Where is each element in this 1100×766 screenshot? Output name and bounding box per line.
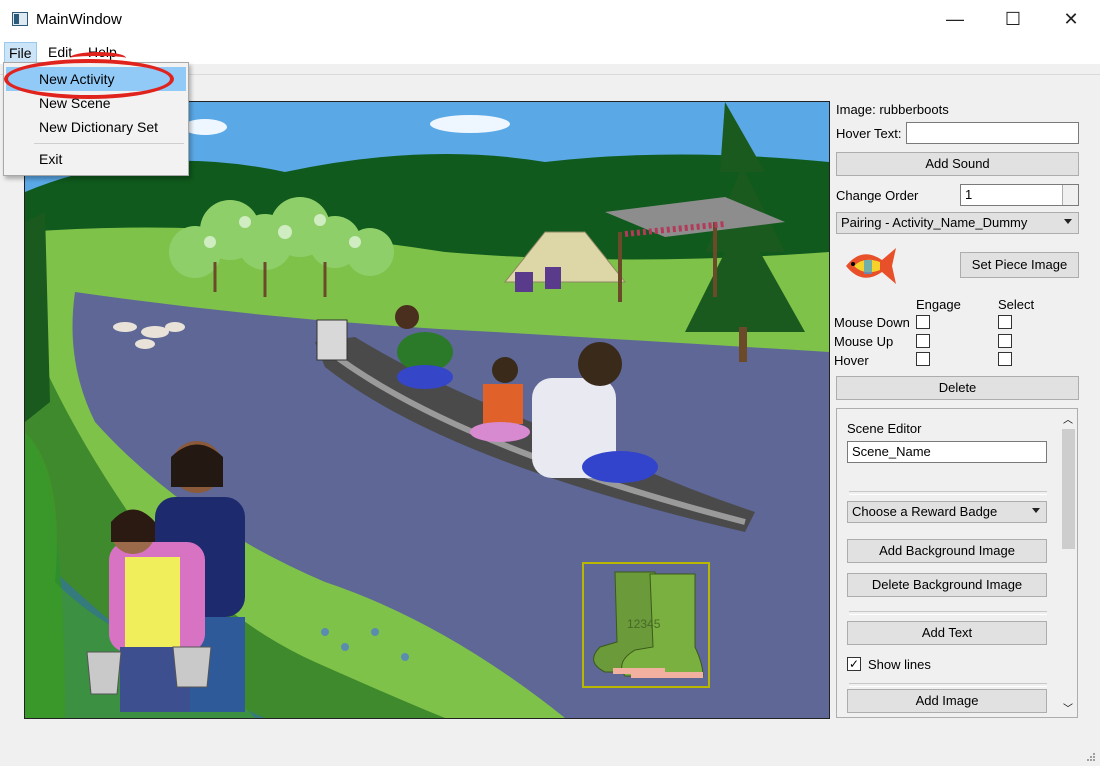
mouse-down-select-checkbox[interactable] bbox=[998, 315, 1012, 329]
app-window-icon bbox=[12, 12, 28, 26]
section-divider bbox=[849, 491, 1047, 495]
hover-text-input[interactable] bbox=[906, 122, 1079, 144]
section-divider bbox=[849, 611, 1047, 615]
menu-edit[interactable]: Edit bbox=[48, 44, 72, 60]
mouse-down-label: Mouse Down bbox=[834, 315, 910, 330]
reward-badge-combobox-value: Choose a Reward Badge bbox=[852, 504, 998, 519]
scroll-up-icon[interactable]: ︿ bbox=[1063, 411, 1073, 426]
pairing-combobox[interactable]: Pairing - Activity_Name_Dummy bbox=[836, 212, 1079, 234]
spin-down-icon[interactable] bbox=[1062, 195, 1078, 205]
scrollbar-thumb[interactable] bbox=[1062, 429, 1075, 549]
add-background-image-button[interactable]: Add Background Image bbox=[847, 539, 1047, 563]
maximize-button[interactable]: ☐ bbox=[984, 0, 1042, 40]
delete-background-image-button[interactable]: Delete Background Image bbox=[847, 573, 1047, 597]
hover-label: Hover bbox=[834, 353, 869, 368]
chevron-down-icon bbox=[1032, 508, 1040, 513]
mouse-up-label: Mouse Up bbox=[834, 334, 894, 349]
add-sound-button[interactable]: Add Sound bbox=[836, 152, 1079, 176]
section-divider bbox=[849, 683, 1047, 687]
menu-bar: File Edit Help bbox=[0, 40, 1100, 64]
menu-item-new-scene[interactable]: New Scene bbox=[6, 91, 186, 115]
mouse-up-engage-checkbox[interactable] bbox=[916, 334, 930, 348]
change-order-label: Change Order bbox=[836, 188, 919, 203]
image-name-label: Image: rubberboots bbox=[836, 102, 949, 117]
show-lines-checkbox[interactable]: ✓ bbox=[847, 657, 861, 671]
file-dropdown-menu: New Activity New Scene New Dictionary Se… bbox=[3, 62, 189, 176]
vertical-scrollbar[interactable]: ︿ ﹀ bbox=[1060, 409, 1077, 717]
hover-select-checkbox[interactable] bbox=[998, 352, 1012, 366]
scene-editor-title: Scene Editor bbox=[847, 421, 922, 436]
reward-badge-combobox[interactable]: Choose a Reward Badge bbox=[847, 501, 1047, 523]
fish-piece-image-icon bbox=[846, 248, 896, 284]
mouse-down-engage-checkbox[interactable] bbox=[916, 315, 930, 329]
boots-watermark-text: 12345 bbox=[627, 617, 661, 631]
menu-separator bbox=[34, 143, 184, 144]
close-button[interactable]: ✕ bbox=[1042, 0, 1100, 40]
mouse-up-select-checkbox[interactable] bbox=[998, 334, 1012, 348]
set-piece-image-button[interactable]: Set Piece Image bbox=[960, 252, 1079, 278]
engage-header: Engage bbox=[916, 297, 961, 312]
menu-item-new-dictionary-set[interactable]: New Dictionary Set bbox=[6, 115, 186, 139]
minimize-button[interactable]: — bbox=[926, 0, 984, 40]
scene-canvas[interactable]: 12345 bbox=[24, 101, 830, 719]
hover-text-label: Hover Text: bbox=[836, 126, 902, 141]
resize-grip-icon[interactable] bbox=[1086, 752, 1096, 762]
chevron-down-icon bbox=[1064, 219, 1072, 224]
spin-up-icon[interactable] bbox=[1062, 185, 1078, 195]
add-text-button[interactable]: Add Text bbox=[847, 621, 1047, 645]
menu-item-new-activity[interactable]: New Activity bbox=[6, 67, 186, 91]
scene-name-input[interactable]: Scene_Name bbox=[847, 441, 1047, 463]
change-order-value: 1 bbox=[965, 187, 973, 202]
scene-editor-panel: Scene Editor Scene_Name Choose a Reward … bbox=[836, 408, 1078, 718]
window-title: MainWindow bbox=[36, 11, 122, 28]
delete-button[interactable]: Delete bbox=[836, 376, 1079, 400]
menu-item-exit[interactable]: Exit bbox=[6, 147, 186, 171]
change-order-spinbox[interactable]: 1 bbox=[960, 184, 1079, 206]
scroll-down-icon[interactable]: ﹀ bbox=[1063, 700, 1073, 715]
hover-engage-checkbox[interactable] bbox=[916, 352, 930, 366]
pairing-combobox-value: Pairing - Activity_Name_Dummy bbox=[841, 215, 1028, 230]
show-lines-label: Show lines bbox=[868, 657, 931, 672]
menu-help[interactable]: Help bbox=[88, 44, 117, 60]
add-image-button[interactable]: Add Image bbox=[847, 689, 1047, 713]
title-bar: MainWindow — ☐ ✕ bbox=[0, 0, 1100, 40]
select-header: Select bbox=[998, 297, 1035, 312]
menu-file[interactable]: File bbox=[4, 42, 37, 64]
